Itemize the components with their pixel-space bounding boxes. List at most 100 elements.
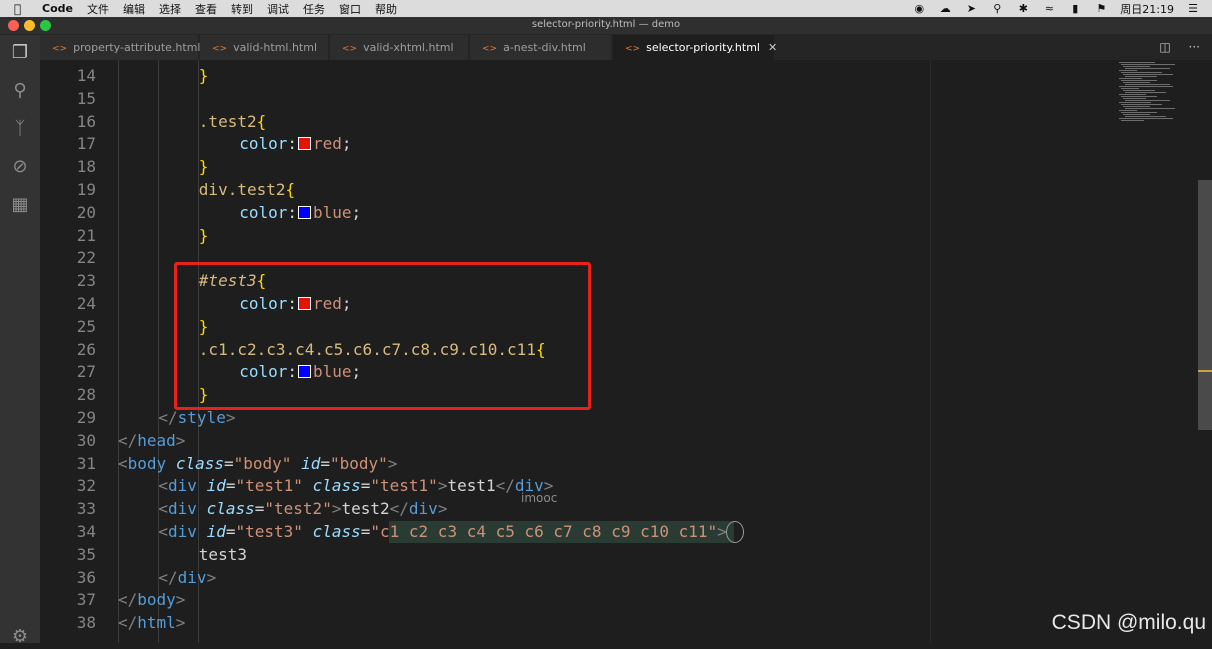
line-number: 18 [76,157,96,177]
code-line[interactable]: 17 color: red; [40,133,928,156]
window-title-bar: selector-priority.html — demo [0,17,1212,35]
code-token: </ [158,408,178,427]
debug-icon[interactable]: ⊘ [8,155,32,179]
code-line[interactable]: 18} [40,156,928,179]
menu-edit[interactable]: 编辑 [123,1,145,17]
vertical-scrollbar[interactable] [1198,60,1212,643]
wifi-icon[interactable]: ≈ [1042,3,1056,14]
minimap-line [1123,106,1150,107]
menu-selection[interactable]: 选择 [159,1,181,17]
code-token: ; [351,202,362,222]
code-text: </div> [158,567,216,590]
code-text: color: red; [239,133,351,156]
extensions-icon[interactable]: ▦ [8,193,32,217]
code-token: id [206,476,226,496]
search-icon[interactable]: ⚲ [8,79,32,103]
code-token: : [287,202,297,222]
editor-tab-bar: <> property-attribute.html <> valid-html.h… [40,35,1212,60]
code-text: <div id="test3" class="c1 c2 c3 c4 c5 c6… [158,521,726,544]
menu-go[interactable]: 转到 [231,1,253,17]
input-flag-icon[interactable]: ⚑ [1094,3,1108,14]
window-title: selector-priority.html — demo [531,19,681,30]
cloud-icon[interactable]: ☁ [938,3,952,14]
line-number: 15 [76,88,96,108]
menubar-clock[interactable]: 周日21:19 [1120,1,1174,17]
code-line[interactable]: 19 div.test2{ [40,179,928,202]
code-line[interactable]: 32 <div id="test1" class="test1">test1</d… [40,475,928,498]
menu-window[interactable]: 窗口 [339,1,361,17]
minimap-line [1123,82,1150,83]
settings-gear-icon[interactable]: ⚙ [8,625,32,649]
color-swatch-icon[interactable] [298,137,311,151]
menu-file[interactable]: 文件 [87,1,109,17]
tab-property-attribute[interactable]: <> property-attribute.html [40,35,201,60]
minimap-line [1119,78,1142,79]
color-swatch-icon[interactable] [298,205,311,219]
minimap-line [1125,92,1166,93]
code-line[interactable]: 33 <div class="test2">test2</div> [40,498,928,521]
code-token: "test1" [235,476,303,496]
code-token: : [287,134,297,154]
battery-icon[interactable]: ▮ [1068,3,1082,14]
line-number: 33 [76,499,96,519]
tab-selector-priority[interactable]: <> selector-priority.html ✕ [613,35,777,60]
minimap-line [1121,64,1175,65]
scrollbar-thumb[interactable] [1198,180,1212,430]
code-token: < [158,522,169,541]
code-token: ; [341,134,352,154]
more-actions-icon[interactable]: ··· [1189,40,1200,54]
code-line[interactable]: 36 </div> [40,567,928,590]
code-token: style [177,408,226,427]
code-line[interactable]: 35 test3 [40,544,928,567]
code-line[interactable]: 30 </head> [40,430,928,453]
code-line[interactable]: 37 </body> [40,589,928,612]
code-line[interactable]: 29 </style> [40,407,928,430]
menu-code[interactable]: Code [42,2,73,15]
code-line[interactable]: 34 <div id="test3" class="c1 c2 c3 c4 c5 … [40,521,928,544]
code-line[interactable]: 20 color: blue; [40,202,928,225]
bluetooth-icon[interactable]: ✱ [1016,3,1030,14]
code-token: body [127,453,167,473]
code-token: test1 [447,476,496,496]
tab-valid-html[interactable]: <> valid-html.html [200,35,329,60]
menu-tasks[interactable]: 任务 [303,1,325,17]
tab-valid-xhtml[interactable]: <> valid-xhtml.html [330,35,469,60]
explorer-icon[interactable]: ❐ [8,41,32,65]
code-line[interactable]: 14} [40,65,928,88]
code-editor[interactable]: 14} 15 16 .test2{17 color: red; 18} 19 div.test2… [40,60,928,643]
code-token: div [408,499,438,519]
code-token: "c1 c2 c3 c4 c5 c6 c7 c8 c9 c10 c11" [370,522,718,541]
code-line[interactable]: 15 [40,88,928,111]
apple-icon[interactable]:  [14,2,30,16]
code-line[interactable]: 38 </html> [40,612,928,635]
menu-view[interactable]: 查看 [195,1,217,17]
minimap[interactable] [930,60,1199,643]
tab-a-nest-div[interactable]: <> a-nest-div.html [470,35,612,60]
line-number: 32 [76,476,96,496]
code-line[interactable]: 31 <body class="body" id="body"> [40,453,928,476]
menu-debug[interactable]: 调试 [267,1,289,17]
code-token: < [158,476,169,496]
split-editor-icon[interactable]: ◫ [1159,40,1170,54]
code-text: <body class="body" id="body"> [118,453,397,476]
code-line[interactable]: 21} [40,225,928,248]
record-icon[interactable]: ◉ [912,3,926,14]
code-token: red [313,134,342,154]
close-tab-icon[interactable]: ✕ [768,41,777,54]
code-token: .test2 [198,111,257,131]
menu-list-icon[interactable]: ☰ [1186,3,1200,14]
line-number: 29 [76,408,96,427]
code-line[interactable]: 16 .test2{ [40,111,928,134]
code-token: > [206,567,217,587]
minimap-line [1121,72,1162,73]
code-text: </style> [158,407,235,430]
search-icon[interactable]: ⚲ [990,3,1004,14]
html-file-icon: <> [212,44,228,54]
mouse-cursor [726,521,744,543]
menu-help[interactable]: 帮助 [375,1,397,17]
source-control-icon[interactable]: ᛉ [8,117,32,141]
send-icon[interactable]: ➤ [964,3,978,14]
